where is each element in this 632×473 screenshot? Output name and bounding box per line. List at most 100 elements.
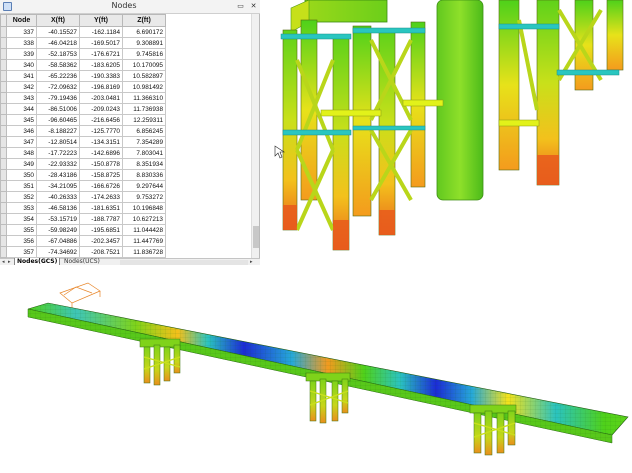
z-coordinate-cell[interactable]: 11.736938	[122, 103, 166, 115]
table-row[interactable]: 338 -46.04218 -169.5017 9.308891	[0, 37, 232, 49]
table-row[interactable]: 340 -58.58362 -183.6205 10.170095	[0, 59, 232, 71]
scrollbar-thumb[interactable]	[253, 226, 259, 248]
x-coordinate-cell[interactable]: -22.93332	[36, 158, 80, 170]
y-coordinate-cell[interactable]: -208.7521	[79, 246, 123, 258]
column-header-y[interactable]: Y(ft)	[79, 14, 123, 27]
x-coordinate-cell[interactable]: -53.15719	[36, 213, 80, 225]
node-id-cell[interactable]: 350	[6, 169, 37, 181]
bridge-3d-viewport[interactable]	[0, 265, 632, 473]
node-id-cell[interactable]: 356	[6, 235, 37, 247]
y-coordinate-cell[interactable]: -190.3383	[79, 70, 123, 82]
y-coordinate-cell[interactable]: -196.8169	[79, 81, 123, 93]
z-coordinate-cell[interactable]: 8.351934	[122, 158, 166, 170]
node-id-cell[interactable]: 349	[6, 158, 37, 170]
table-row[interactable]: 353 -46.58136 -181.6351 10.196848	[0, 202, 232, 214]
table-row[interactable]: 339 -52.18753 -176.6721 9.745816	[0, 48, 232, 60]
table-row[interactable]: 351 -34.21095 -166.6726 9.297644	[0, 180, 232, 192]
x-coordinate-cell[interactable]: -12.80514	[36, 136, 80, 148]
table-row[interactable]: 354 -53.15719 -188.7787 10.627213	[0, 213, 232, 225]
y-coordinate-cell[interactable]: -158.8725	[79, 169, 123, 181]
node-id-cell[interactable]: 345	[6, 114, 37, 126]
y-coordinate-cell[interactable]: -169.5017	[79, 37, 123, 49]
x-coordinate-cell[interactable]: -52.18753	[36, 48, 80, 60]
x-coordinate-cell[interactable]: -34.21095	[36, 180, 80, 192]
column-header-node[interactable]: Node	[6, 14, 37, 27]
y-coordinate-cell[interactable]: -181.6351	[79, 202, 123, 214]
node-id-cell[interactable]: 341	[6, 70, 37, 82]
y-coordinate-cell[interactable]: -134.3151	[79, 136, 123, 148]
table-row[interactable]: 342 -72.09632 -196.8169 10.981492	[0, 81, 232, 93]
table-row[interactable]: 356 -67.04886 -202.3457 11.447769	[0, 235, 232, 247]
y-coordinate-cell[interactable]: -150.8778	[79, 158, 123, 170]
pier-3d-viewport[interactable]	[261, 0, 632, 265]
x-coordinate-cell[interactable]: -28.43186	[36, 169, 80, 181]
table-row[interactable]: 346 -8.188227 -125.7770 6.856245	[0, 125, 232, 137]
z-coordinate-cell[interactable]: 11.044428	[122, 224, 166, 236]
node-id-cell[interactable]: 340	[6, 59, 37, 71]
z-coordinate-cell[interactable]: 10.981492	[122, 81, 166, 93]
x-coordinate-cell[interactable]: -96.60465	[36, 114, 80, 126]
node-id-cell[interactable]: 348	[6, 147, 37, 159]
nodes-grid[interactable]: Node X(ft) Y(ft) Z(ft) 337 -40.15527 -162.…	[0, 14, 252, 258]
table-row[interactable]: 355 -59.98249 -195.6851 11.044428	[0, 224, 232, 236]
x-coordinate-cell[interactable]: -17.72223	[36, 147, 80, 159]
table-row[interactable]: 337 -40.15527 -162.1184 6.690172	[0, 26, 232, 38]
node-id-cell[interactable]: 351	[6, 180, 37, 192]
z-coordinate-cell[interactable]: 6.856245	[122, 125, 166, 137]
node-id-cell[interactable]: 352	[6, 191, 37, 203]
z-coordinate-cell[interactable]: 10.582897	[122, 70, 166, 82]
table-row[interactable]: 350 -28.43186 -158.8725 8.830336	[0, 169, 232, 181]
z-coordinate-cell[interactable]: 10.196848	[122, 202, 166, 214]
z-coordinate-cell[interactable]: 12.259311	[122, 114, 166, 126]
x-coordinate-cell[interactable]: -40.15527	[36, 26, 80, 38]
table-row[interactable]: 352 -40.26333 -174.2633 9.753272	[0, 191, 232, 203]
table-row[interactable]: 349 -22.93332 -150.8778 8.351934	[0, 158, 232, 170]
table-row[interactable]: 345 -96.60465 -216.6456 12.259311	[0, 114, 232, 126]
y-coordinate-cell[interactable]: -176.6721	[79, 48, 123, 60]
y-coordinate-cell[interactable]: -142.6896	[79, 147, 123, 159]
y-coordinate-cell[interactable]: -166.6726	[79, 180, 123, 192]
x-coordinate-cell[interactable]: -79.19436	[36, 92, 80, 104]
node-id-cell[interactable]: 354	[6, 213, 37, 225]
z-coordinate-cell[interactable]: 11.366310	[122, 92, 166, 104]
z-coordinate-cell[interactable]: 7.354289	[122, 136, 166, 148]
x-coordinate-cell[interactable]: -67.04886	[36, 235, 80, 247]
node-id-cell[interactable]: 347	[6, 136, 37, 148]
minimize-icon[interactable]: ▭	[236, 2, 245, 11]
close-icon[interactable]: ✕	[249, 2, 258, 11]
window-titlebar[interactable]: Nodes ▭ ✕	[0, 0, 260, 14]
z-coordinate-cell[interactable]: 11.836728	[122, 246, 166, 258]
z-coordinate-cell[interactable]: 9.308891	[122, 37, 166, 49]
table-row[interactable]: 343 -79.19436 -203.0481 11.366310	[0, 92, 232, 104]
x-coordinate-cell[interactable]: -8.188227	[36, 125, 80, 137]
z-coordinate-cell[interactable]: 10.627213	[122, 213, 166, 225]
z-coordinate-cell[interactable]: 9.297644	[122, 180, 166, 192]
z-coordinate-cell[interactable]: 9.753272	[122, 191, 166, 203]
column-header-z[interactable]: Z(ft)	[122, 14, 166, 27]
table-row[interactable]: 344 -86.51006 -209.0243 11.736938	[0, 103, 232, 115]
z-coordinate-cell[interactable]: 9.745816	[122, 48, 166, 60]
x-coordinate-cell[interactable]: -46.04218	[36, 37, 80, 49]
z-coordinate-cell[interactable]: 11.447769	[122, 235, 166, 247]
node-id-cell[interactable]: 355	[6, 224, 37, 236]
x-coordinate-cell[interactable]: -86.51006	[36, 103, 80, 115]
node-id-cell[interactable]: 357	[6, 246, 37, 258]
z-coordinate-cell[interactable]: 7.803041	[122, 147, 166, 159]
x-coordinate-cell[interactable]: -58.58362	[36, 59, 80, 71]
node-id-cell[interactable]: 339	[6, 48, 37, 60]
z-coordinate-cell[interactable]: 6.690172	[122, 26, 166, 38]
vertical-scrollbar[interactable]	[251, 14, 259, 258]
z-coordinate-cell[interactable]: 10.170095	[122, 59, 166, 71]
y-coordinate-cell[interactable]: -125.7770	[79, 125, 123, 137]
table-row[interactable]: 357 -74.34692 -208.7521 11.836728	[0, 246, 232, 258]
x-coordinate-cell[interactable]: -40.26333	[36, 191, 80, 203]
table-row[interactable]: 347 -12.80514 -134.3151 7.354289	[0, 136, 232, 148]
node-id-cell[interactable]: 338	[6, 37, 37, 49]
node-id-cell[interactable]: 337	[6, 26, 37, 38]
y-coordinate-cell[interactable]: -183.6205	[79, 59, 123, 71]
node-id-cell[interactable]: 344	[6, 103, 37, 115]
x-coordinate-cell[interactable]: -46.58136	[36, 202, 80, 214]
y-coordinate-cell[interactable]: -202.3457	[79, 235, 123, 247]
y-coordinate-cell[interactable]: -162.1184	[79, 26, 123, 38]
node-id-cell[interactable]: 353	[6, 202, 37, 214]
